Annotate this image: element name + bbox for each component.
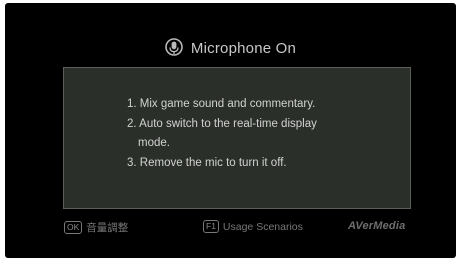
f1-key-badge: F1 bbox=[203, 220, 219, 233]
brand-logo: AVerMedia bbox=[348, 220, 406, 232]
volume-adjust-hint[interactable]: OK 音量調整 bbox=[64, 220, 128, 235]
list-item-continuation: mode. bbox=[138, 137, 170, 149]
microphone-icon bbox=[165, 38, 183, 58]
ok-key-badge: OK bbox=[64, 221, 83, 234]
usage-scenarios-hint[interactable]: F1 Usage Scenarios bbox=[203, 220, 303, 233]
info-panel: 1. Mix game sound and commentary. 2. Aut… bbox=[63, 67, 411, 209]
osd-screen: Microphone On 1. Mix game sound and comm… bbox=[5, 3, 456, 258]
footer-bar: OK 音量調整 F1 Usage Scenarios AVerMedia bbox=[5, 220, 456, 236]
list-item: 3. Remove the mic to turn it off. bbox=[127, 156, 287, 169]
page-title: Microphone On bbox=[190, 39, 297, 57]
list-item: 2. Auto switch to the real-time display bbox=[127, 117, 317, 130]
instructions-list: 1. Mix game sound and commentary. 2. Aut… bbox=[127, 95, 317, 173]
usage-scenarios-label: Usage Scenarios bbox=[222, 220, 303, 233]
title-row: Microphone On bbox=[5, 37, 456, 59]
list-item: 1. Mix game sound and commentary. bbox=[127, 98, 316, 110]
volume-adjust-label: 音量調整 bbox=[86, 222, 129, 234]
